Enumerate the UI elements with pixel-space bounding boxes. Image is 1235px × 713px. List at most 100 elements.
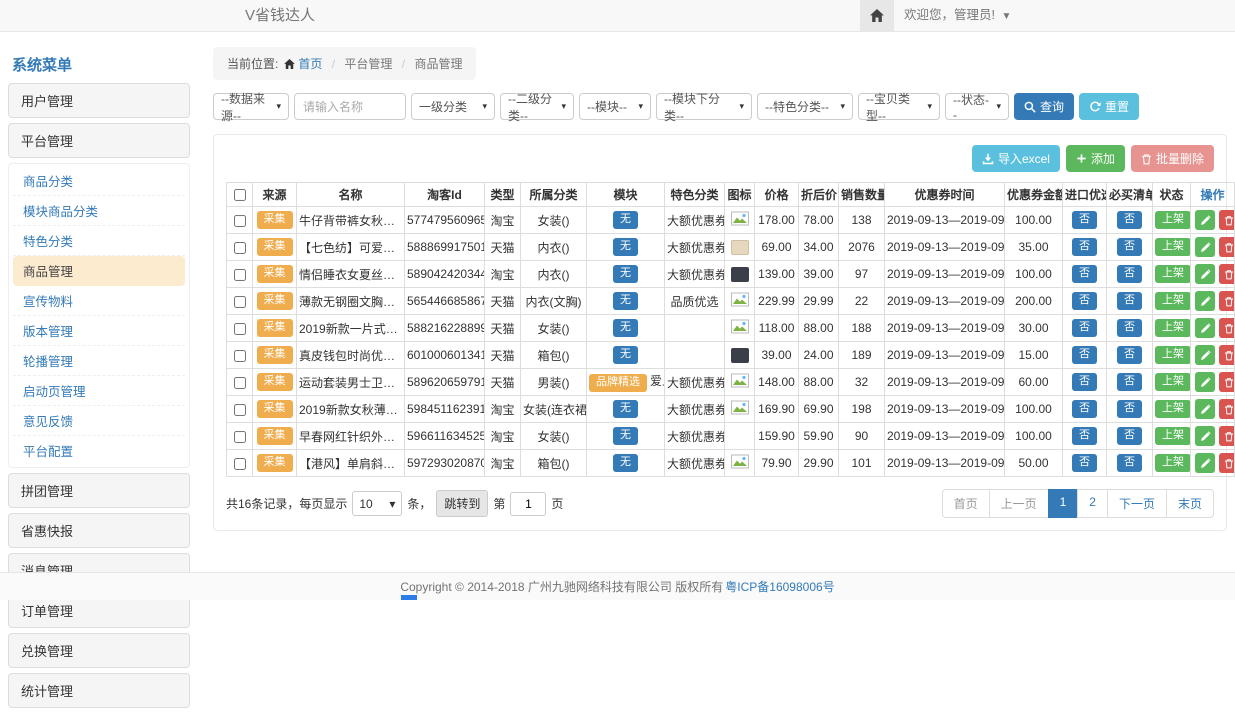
pager-item[interactable]: 1 [1048,489,1079,518]
import-select-badge[interactable]: 否 [1072,292,1097,310]
filter-select-6[interactable]: --宝贝类型--▾ [858,93,940,120]
filter-select-4[interactable]: --模块下分类--▾ [656,93,752,120]
reset-button[interactable]: 重置 [1079,93,1139,120]
row-checkbox[interactable] [234,323,246,335]
sidebar-group-兑换管理[interactable]: 兑换管理 [8,633,190,668]
sidebar-item-启动页管理[interactable]: 启动页管理 [13,376,185,406]
coupon-amount: 15.00 [1005,342,1063,369]
filter-select-5[interactable]: --特色分类--▾ [757,93,853,120]
import-select-badge[interactable]: 否 [1072,454,1097,472]
page-number-input[interactable] [510,492,546,516]
delete-button[interactable] [1219,210,1235,230]
row-checkbox[interactable] [234,215,246,227]
must-buy-badge[interactable]: 否 [1117,319,1142,337]
row-checkbox[interactable] [234,350,246,362]
home-button[interactable] [860,0,894,31]
sidebar-group-统计管理[interactable]: 统计管理 [8,673,190,708]
delete-button[interactable] [1219,318,1235,338]
must-buy-badge[interactable]: 否 [1117,427,1142,445]
sidebar-item-商品分类[interactable]: 商品分类 [13,166,185,196]
coupon-amount: 100.00 [1005,207,1063,234]
edit-button[interactable] [1195,453,1215,473]
home-icon [284,58,295,72]
sidebar-group-拼团管理[interactable]: 拼团管理 [8,473,190,508]
import-select-badge[interactable]: 否 [1072,211,1097,229]
sidebar-group-省惠快报[interactable]: 省惠快报 [8,513,190,548]
delete-button[interactable] [1219,237,1235,257]
must-buy-badge[interactable]: 否 [1117,265,1142,283]
broken-image-icon [731,400,749,415]
filter-select-1[interactable]: 一级分类▾ [411,93,495,120]
import-select-badge[interactable]: 否 [1072,265,1097,283]
sidebar-item-特色分类[interactable]: 特色分类 [13,226,185,256]
edit-button[interactable] [1195,237,1215,257]
import-select-badge[interactable]: 否 [1072,400,1097,418]
must-buy-badge[interactable]: 否 [1117,211,1142,229]
sidebar-item-宣传物料[interactable]: 宣传物料 [13,286,185,316]
row-checkbox[interactable] [234,242,246,254]
jump-button[interactable]: 跳转到 [436,490,488,517]
select-all-checkbox[interactable] [234,189,246,201]
delete-button[interactable] [1219,399,1235,419]
sidebar-item-意见反馈[interactable]: 意见反馈 [13,406,185,436]
must-buy-badge[interactable]: 否 [1117,346,1142,364]
icp-link[interactable]: 粤ICP备16098006号 [725,578,834,595]
row-checkbox[interactable] [234,458,246,470]
delete-button[interactable] [1219,291,1235,311]
edit-button[interactable] [1195,318,1215,338]
import-select-badge[interactable]: 否 [1072,373,1097,391]
sidebar-group-平台管理[interactable]: 平台管理 [8,123,190,158]
filter-select-0[interactable]: --数据来源--▾ [213,93,289,120]
sidebar-item-平台配置[interactable]: 平台配置 [13,436,185,465]
icon-cell [725,342,755,369]
must-buy-badge[interactable]: 否 [1117,292,1142,310]
row-checkbox[interactable] [234,431,246,443]
name-search-input[interactable] [294,93,406,120]
edit-button[interactable] [1195,372,1215,392]
import-select-badge[interactable]: 否 [1072,319,1097,337]
row-checkbox[interactable] [234,377,246,389]
edit-button[interactable] [1195,210,1215,230]
import-select-badge[interactable]: 否 [1072,346,1097,364]
pager-item[interactable]: 下一页 [1107,489,1167,518]
row-checkbox[interactable] [234,404,246,416]
delete-button[interactable] [1219,372,1235,392]
taoke-id: 601000601341 [405,342,485,369]
edit-button[interactable] [1195,264,1215,284]
delete-button[interactable] [1219,264,1235,284]
edit-button[interactable] [1195,399,1215,419]
sidebar-item-轮播管理[interactable]: 轮播管理 [13,346,185,376]
import-select-badge[interactable]: 否 [1072,238,1097,256]
filter-select-7[interactable]: --状态--▾ [945,93,1009,120]
filter-select-2[interactable]: --二级分类--▾ [500,93,574,120]
filter-select-3[interactable]: --模块--▾ [579,93,651,120]
pager-item[interactable]: 上一页 [989,489,1049,518]
must-buy-badge[interactable]: 否 [1117,454,1142,472]
pager-item[interactable]: 首页 [942,489,990,518]
row-checkbox[interactable] [234,269,246,281]
import-excel-button[interactable]: 导入excel [972,145,1060,172]
edit-button[interactable] [1195,345,1215,365]
delete-button[interactable] [1219,345,1235,365]
search-button[interactable]: 查询 [1014,93,1074,120]
import-select-badge[interactable]: 否 [1072,427,1097,445]
sidebar-item-版本管理[interactable]: 版本管理 [13,316,185,346]
delete-button[interactable] [1219,426,1235,446]
pager-item[interactable]: 末页 [1166,489,1214,518]
must-buy-badge[interactable]: 否 [1117,238,1142,256]
breadcrumb-home-link[interactable]: 首页 [298,57,322,71]
add-button[interactable]: 添加 [1066,145,1125,172]
edit-button[interactable] [1195,291,1215,311]
pager-item[interactable]: 2 [1077,489,1108,518]
must-buy-badge[interactable]: 否 [1117,373,1142,391]
row-checkbox[interactable] [234,296,246,308]
page-size-select[interactable]: 10 ▾ [352,491,402,516]
delete-button[interactable] [1219,453,1235,473]
sidebar-group-用户管理[interactable]: 用户管理 [8,83,190,118]
sidebar-item-商品管理[interactable]: 商品管理 [13,256,185,286]
sidebar-item-模块商品分类[interactable]: 模块商品分类 [13,196,185,226]
must-buy-badge[interactable]: 否 [1117,400,1142,418]
edit-button[interactable] [1195,426,1215,446]
batch-delete-button[interactable]: 批量删除 [1131,145,1214,172]
user-menu[interactable]: 欢迎您，管理员! ▼ [904,0,1011,32]
